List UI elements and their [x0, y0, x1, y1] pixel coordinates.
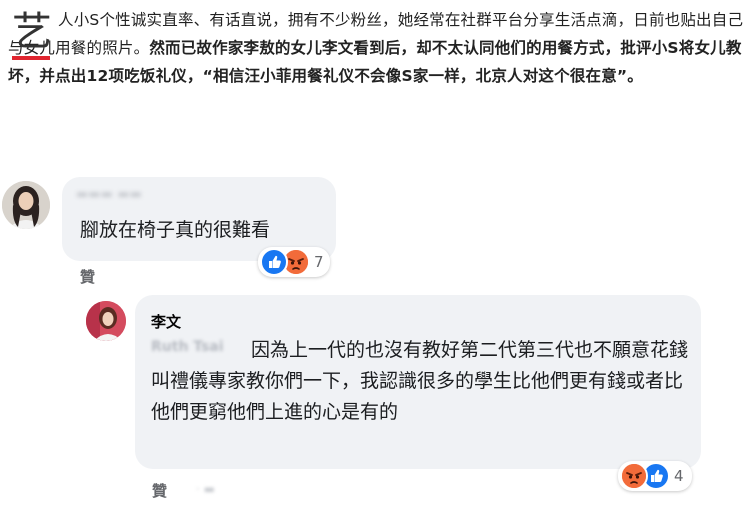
comment-like-button[interactable]: 贊: [80, 266, 95, 287]
reply-like-button[interactable]: 贊: [152, 480, 167, 501]
reply-author-avatar[interactable]: [86, 301, 126, 341]
comment-author-blurred: ▬▬▬ ▬▬: [76, 187, 142, 202]
dropcap-char: 艺: [12, 9, 52, 55]
avatar-photo-icon: [2, 181, 50, 229]
dropcap: 艺: [12, 10, 56, 66]
comment-reactions[interactable]: 7: [258, 247, 330, 277]
page: 艺 人小S个性诚实直率、有话直说，拥有不少粉丝，她经常在社群平台分享生活点滴，日…: [0, 0, 752, 511]
article: 艺 人小S个性诚实直率、有话直说，拥有不少粉丝，她经常在社群平台分享生活点滴，日…: [8, 6, 748, 90]
reply-author-name[interactable]: 李文: [151, 311, 181, 332]
angry-icon: [620, 462, 648, 490]
commenter-avatar[interactable]: [2, 181, 50, 229]
article-paragraph: 人小S个性诚实直率、有话直说，拥有不少粉丝，她经常在社群平台分享生活点滴，日前也…: [8, 6, 748, 90]
reply-avatar-photo-icon: [86, 301, 126, 341]
reply-text: 因為上一代的也沒有教好第二代第三代也不願意花錢叫禮儀專家教你們一下，我認識很多的…: [151, 339, 689, 423]
like-icon: [260, 248, 288, 276]
reply-bubble: 李文 Ruth Tsai 因為上一代的也沒有教好第二代第三代也不願意花錢叫禮儀專…: [135, 295, 701, 469]
dropcap-underline: [12, 56, 50, 60]
reply-meta-blurred: · ▬: [196, 482, 215, 496]
comment-reaction-count: 7: [314, 253, 324, 271]
reply-reactions[interactable]: 4: [618, 461, 692, 491]
comment-text: 腳放在椅子真的很難看: [80, 219, 271, 241]
reply-reaction-count: 4: [674, 467, 684, 485]
